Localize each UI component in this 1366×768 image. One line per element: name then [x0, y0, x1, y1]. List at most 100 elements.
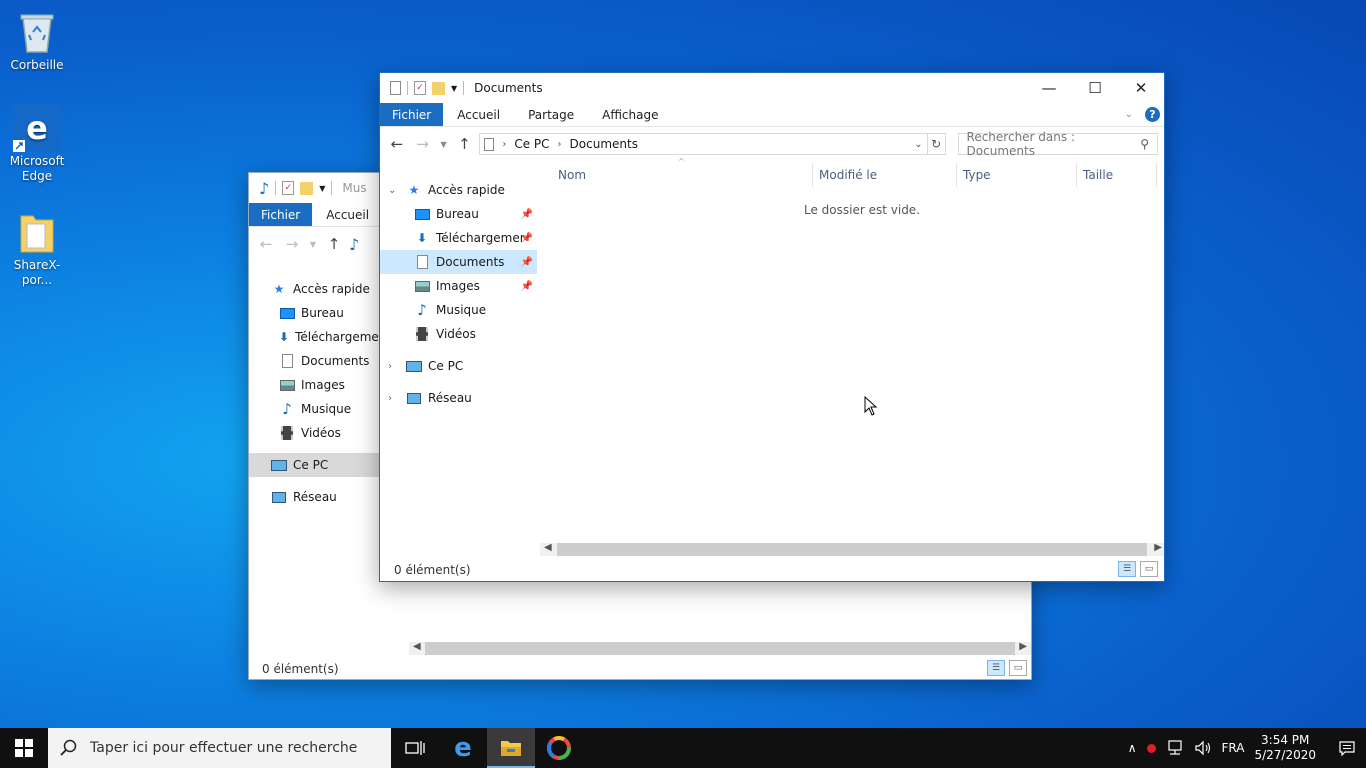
pin-icon[interactable]: 📌: [521, 281, 533, 292]
star-icon: ★: [408, 183, 420, 197]
start-button[interactable]: [0, 728, 48, 768]
breadcrumb-this-pc[interactable]: Ce PC: [514, 137, 549, 151]
chevron-down-icon[interactable]: ▼: [319, 184, 325, 193]
taskbar-sharex-button[interactable]: [535, 728, 583, 768]
network-icon[interactable]: [1166, 740, 1184, 756]
nav-item-documents[interactable]: Documents: [271, 349, 381, 373]
properties-icon[interactable]: ✓: [414, 81, 426, 95]
horizontal-scrollbar[interactable]: ◀ ▶: [409, 641, 1031, 655]
image-icon: [279, 377, 295, 393]
properties-icon[interactable]: ✓: [282, 181, 295, 195]
nav-item-music[interactable]: ♪ Musique: [271, 397, 381, 421]
tab-file[interactable]: Fichier: [249, 203, 313, 226]
nav-item-downloads[interactable]: ⬇ Téléchargements 📌: [380, 226, 537, 250]
taskbar-search-input[interactable]: Taper ici pour effectuer une recherche: [48, 728, 391, 768]
nav-this-pc[interactable]: Ce PC: [249, 453, 381, 477]
new-folder-icon[interactable]: [300, 181, 314, 195]
up-arrow-icon[interactable]: ↑: [323, 235, 345, 253]
notifications-icon[interactable]: [1338, 740, 1356, 756]
nav-item-videos[interactable]: Vidéos: [271, 421, 381, 445]
nav-quick-access[interactable]: ⌄ ★ Accès rapide: [380, 178, 537, 202]
expanded-chevron-icon[interactable]: ⌄: [388, 185, 396, 196]
pin-icon[interactable]: 📌: [521, 209, 533, 220]
system-tray: ∧ FRA 3:54 PM 5/27/2020: [1128, 733, 1366, 763]
recent-chevron-icon[interactable]: ▼: [307, 240, 319, 249]
nav-label: Documents: [301, 354, 370, 368]
scroll-right-icon[interactable]: ▶: [1154, 542, 1162, 553]
desktop-icon-label: Corbeille: [10, 58, 64, 72]
back-arrow-icon[interactable]: ←: [386, 135, 408, 153]
desktop-icon-sharex[interactable]: ShareX-por...: [2, 208, 72, 288]
pin-icon[interactable]: 📌: [521, 233, 533, 244]
nav-item-desktop[interactable]: Bureau 📌: [380, 202, 537, 226]
image-icon: [414, 278, 430, 294]
back-arrow-icon[interactable]: ←: [255, 235, 277, 253]
chevron-down-icon[interactable]: ▼: [451, 84, 457, 93]
volume-icon[interactable]: [1194, 740, 1212, 756]
nav-item-images[interactable]: Images: [271, 373, 381, 397]
help-button[interactable]: ?: [1145, 107, 1160, 122]
tab-home[interactable]: Accueil: [443, 103, 514, 126]
address-bar[interactable]: › Ce PC › Documents ⌄: [479, 133, 928, 155]
details-view-icon[interactable]: ☰: [1118, 561, 1136, 577]
breadcrumb-documents[interactable]: Documents: [570, 137, 638, 151]
large-icons-view-icon[interactable]: ▭: [1009, 660, 1027, 676]
pin-icon[interactable]: 📌: [521, 257, 533, 268]
tab-home[interactable]: Accueil: [312, 203, 383, 226]
maximize-button[interactable]: ☐: [1072, 73, 1118, 103]
desktop-icon-edge[interactable]: e Microsoft Edge: [2, 104, 72, 184]
nav-this-pc[interactable]: › Ce PC: [380, 354, 537, 378]
nav-item-documents[interactable]: Documents 📌: [380, 250, 537, 274]
scroll-right-icon[interactable]: ▶: [1019, 641, 1027, 652]
tab-share[interactable]: Partage: [514, 103, 588, 126]
taskbar-edge-button[interactable]: e: [439, 728, 487, 768]
new-folder-icon[interactable]: [432, 81, 445, 95]
up-arrow-icon[interactable]: ↑: [454, 135, 476, 153]
clock[interactable]: 3:54 PM 5/27/2020: [1254, 733, 1316, 763]
column-header-type[interactable]: Type: [963, 168, 991, 182]
nav-item-music[interactable]: ♪ Musique: [380, 298, 537, 322]
collapsed-chevron-icon[interactable]: ›: [388, 361, 392, 372]
title-bar[interactable]: ✓ ▼ Documents — ☐ ✕: [380, 73, 1164, 103]
nav-item-videos[interactable]: Vidéos: [380, 322, 537, 346]
computer-icon: [406, 358, 422, 374]
scrollbar-thumb[interactable]: [557, 543, 1147, 556]
record-indicator-icon[interactable]: [1146, 743, 1156, 753]
scroll-left-icon[interactable]: ◀: [544, 542, 552, 553]
address-row: ← → ▼ ↑ › Ce PC › Documents ⌄ ↻ Recherch…: [380, 127, 1164, 161]
address-dropdown-icon[interactable]: ⌄: [914, 139, 922, 150]
nav-quick-access[interactable]: ★ Accès rapide: [271, 277, 381, 301]
taskbar-file-explorer-button[interactable]: [487, 728, 535, 768]
details-view-icon[interactable]: ☰: [987, 660, 1005, 676]
nav-network[interactable]: Réseau: [271, 485, 381, 509]
large-icons-view-icon[interactable]: ▭: [1140, 561, 1158, 577]
tab-file[interactable]: Fichier: [380, 103, 444, 126]
minimize-button[interactable]: —: [1026, 73, 1072, 103]
nav-network[interactable]: › Réseau: [380, 386, 537, 410]
nav-item-desktop[interactable]: Bureau: [271, 301, 381, 325]
scrollbar-thumb[interactable]: [425, 642, 1015, 655]
column-header-modified[interactable]: Modifié le: [819, 168, 877, 182]
folder-icon: [13, 208, 61, 256]
tab-view[interactable]: Affichage: [588, 103, 672, 126]
column-header-size[interactable]: Taille: [1083, 168, 1113, 182]
search-input[interactable]: Rechercher dans : Documents ⚲: [957, 130, 1158, 158]
nav-item-images[interactable]: Images 📌: [380, 274, 537, 298]
show-hidden-icons-chevron-icon[interactable]: ∧: [1128, 741, 1137, 755]
close-button[interactable]: ✕: [1118, 73, 1164, 103]
expand-ribbon-chevron-icon[interactable]: ⌄: [1125, 109, 1133, 120]
nav-item-downloads[interactable]: ⬇ Téléchargemen: [271, 325, 386, 349]
desktop-icon-recycle-bin[interactable]: Corbeille: [2, 8, 72, 73]
nav-label: Bureau: [436, 207, 479, 221]
column-header-name[interactable]: Nom: [558, 168, 586, 182]
task-view-button[interactable]: [391, 728, 439, 768]
forward-arrow-icon[interactable]: →: [412, 135, 434, 153]
collapsed-chevron-icon[interactable]: ›: [388, 393, 392, 404]
horizontal-scrollbar[interactable]: ◀ ▶: [540, 542, 1164, 556]
forward-arrow-icon[interactable]: →: [281, 235, 303, 253]
refresh-icon[interactable]: ↻: [927, 133, 946, 155]
recent-chevron-icon[interactable]: ▼: [438, 140, 450, 149]
language-indicator[interactable]: FRA: [1222, 741, 1245, 755]
scroll-left-icon[interactable]: ◀: [413, 641, 421, 652]
explorer-window-documents[interactable]: ✓ ▼ Documents — ☐ ✕ Fichier Accueil Part…: [379, 72, 1165, 582]
